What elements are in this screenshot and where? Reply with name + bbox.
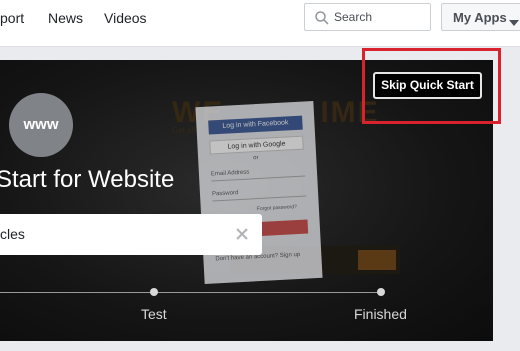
background-login-card: Log in with Facebook Log in with Google … xyxy=(195,101,323,284)
nav-news-link[interactable]: News xyxy=(48,10,83,26)
email-field: Email Address xyxy=(210,163,306,182)
nav-videos-link[interactable]: Videos xyxy=(104,10,147,26)
top-navigation-bar: port News Videos Search My Apps xyxy=(0,0,520,47)
step-label-finished: Finished xyxy=(354,306,407,322)
my-apps-dropdown[interactable]: My Apps xyxy=(441,3,520,31)
google-login-button: Log in with Google xyxy=(209,135,304,155)
forgot-password-link: Forgot password? xyxy=(256,204,298,213)
facebook-login-button: Log in with Facebook xyxy=(208,115,303,135)
step-label-test: Test xyxy=(141,306,167,322)
progress-track xyxy=(0,292,383,293)
caret-down-icon xyxy=(509,14,519,26)
category-input[interactable]: cles xyxy=(0,214,262,255)
website-avatar: www xyxy=(9,93,73,157)
step-dot-test xyxy=(150,288,158,296)
search-placeholder: Search xyxy=(334,10,373,24)
password-field: Password xyxy=(211,183,307,202)
or-divider: or xyxy=(253,154,259,162)
clear-icon[interactable] xyxy=(235,227,249,241)
search-input[interactable]: Search xyxy=(304,3,431,31)
page-title: Start for Website xyxy=(0,166,175,193)
search-icon xyxy=(314,10,330,26)
my-apps-label: My Apps xyxy=(453,10,507,25)
background-orange-block xyxy=(358,250,396,270)
step-dot-finished xyxy=(377,288,385,296)
category-input-value: cles xyxy=(0,226,25,242)
background-subtitle: Get all xyxy=(172,126,196,135)
nav-support-link[interactable]: port xyxy=(0,10,24,26)
highlight-annotation-box xyxy=(362,48,501,124)
